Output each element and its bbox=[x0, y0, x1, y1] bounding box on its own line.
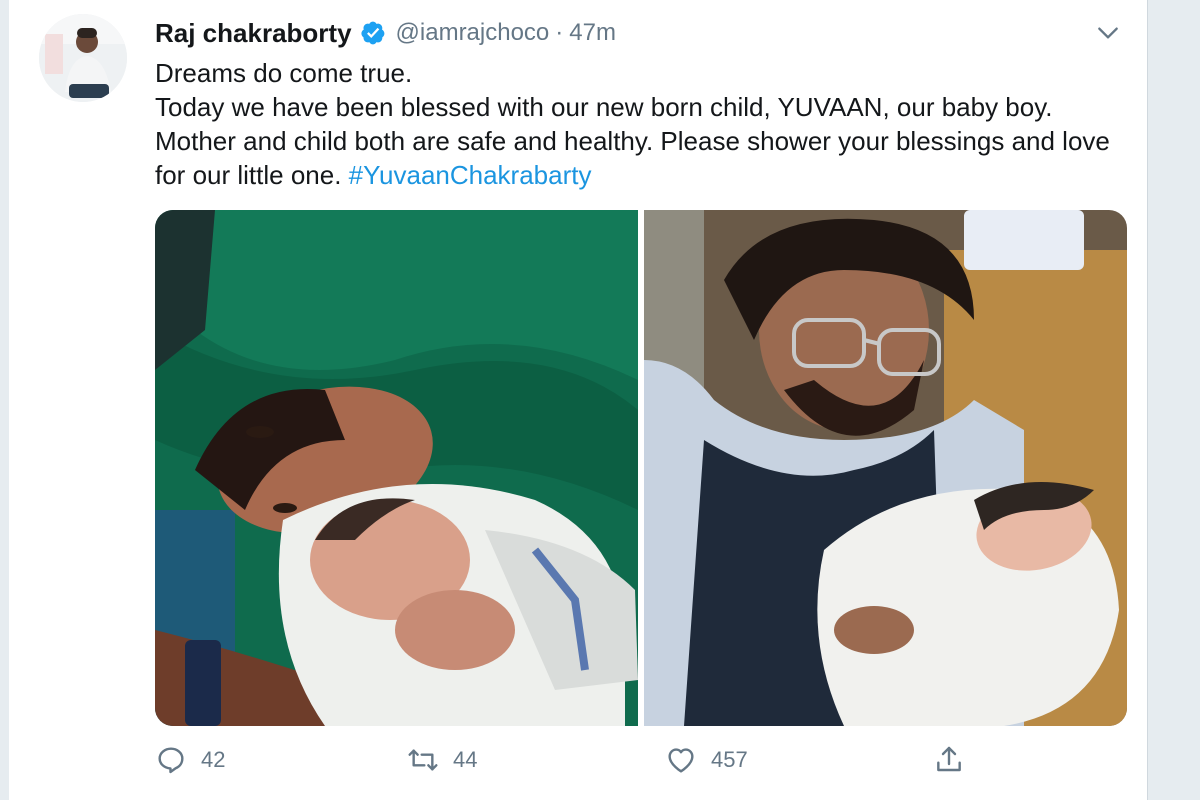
display-name[interactable]: Raj chakraborty bbox=[155, 18, 352, 49]
tweet-card[interactable]: Raj chakraborty @iamrajchoco · 47m Dream… bbox=[8, 0, 1148, 800]
share-button[interactable] bbox=[933, 744, 965, 776]
father-holding-newborn-photo[interactable] bbox=[644, 210, 1127, 726]
tweet-actions: 42 44 457 bbox=[155, 744, 995, 784]
retweet-button[interactable]: 44 bbox=[407, 744, 477, 776]
like-button[interactable]: 457 bbox=[665, 744, 748, 776]
reply-button[interactable]: 42 bbox=[155, 744, 225, 776]
like-icon bbox=[668, 748, 694, 773]
tweet-header: Raj chakraborty @iamrajchoco · 47m bbox=[155, 16, 616, 50]
like-count: 457 bbox=[711, 747, 748, 772]
share-icon bbox=[937, 746, 961, 772]
retweet-icon bbox=[408, 749, 438, 771]
mother-with-newborn-photo[interactable] bbox=[155, 210, 638, 726]
reply-icon bbox=[158, 747, 184, 774]
media-grid bbox=[155, 210, 1127, 726]
verified-badge-icon bbox=[360, 21, 384, 45]
reply-count: 42 bbox=[201, 747, 226, 772]
tweet-text: Dreams do come true. Today we have been … bbox=[155, 56, 1115, 192]
tweet-body-text: Today we have been blessed with our new … bbox=[155, 92, 1110, 190]
separator: · bbox=[555, 19, 564, 46]
tweet-text-line: Dreams do come true. bbox=[155, 58, 413, 88]
tweet-text-line: Today we have been blessed with our new … bbox=[155, 90, 1115, 192]
avatar[interactable] bbox=[39, 14, 127, 102]
chevron-down-icon[interactable] bbox=[1095, 20, 1121, 46]
hashtag-link[interactable]: #YuvaanChakrabarty bbox=[349, 160, 592, 190]
retweet-count: 44 bbox=[453, 747, 478, 772]
timestamp[interactable]: 47m bbox=[569, 19, 616, 47]
handle[interactable]: @iamrajchoco bbox=[396, 19, 550, 47]
